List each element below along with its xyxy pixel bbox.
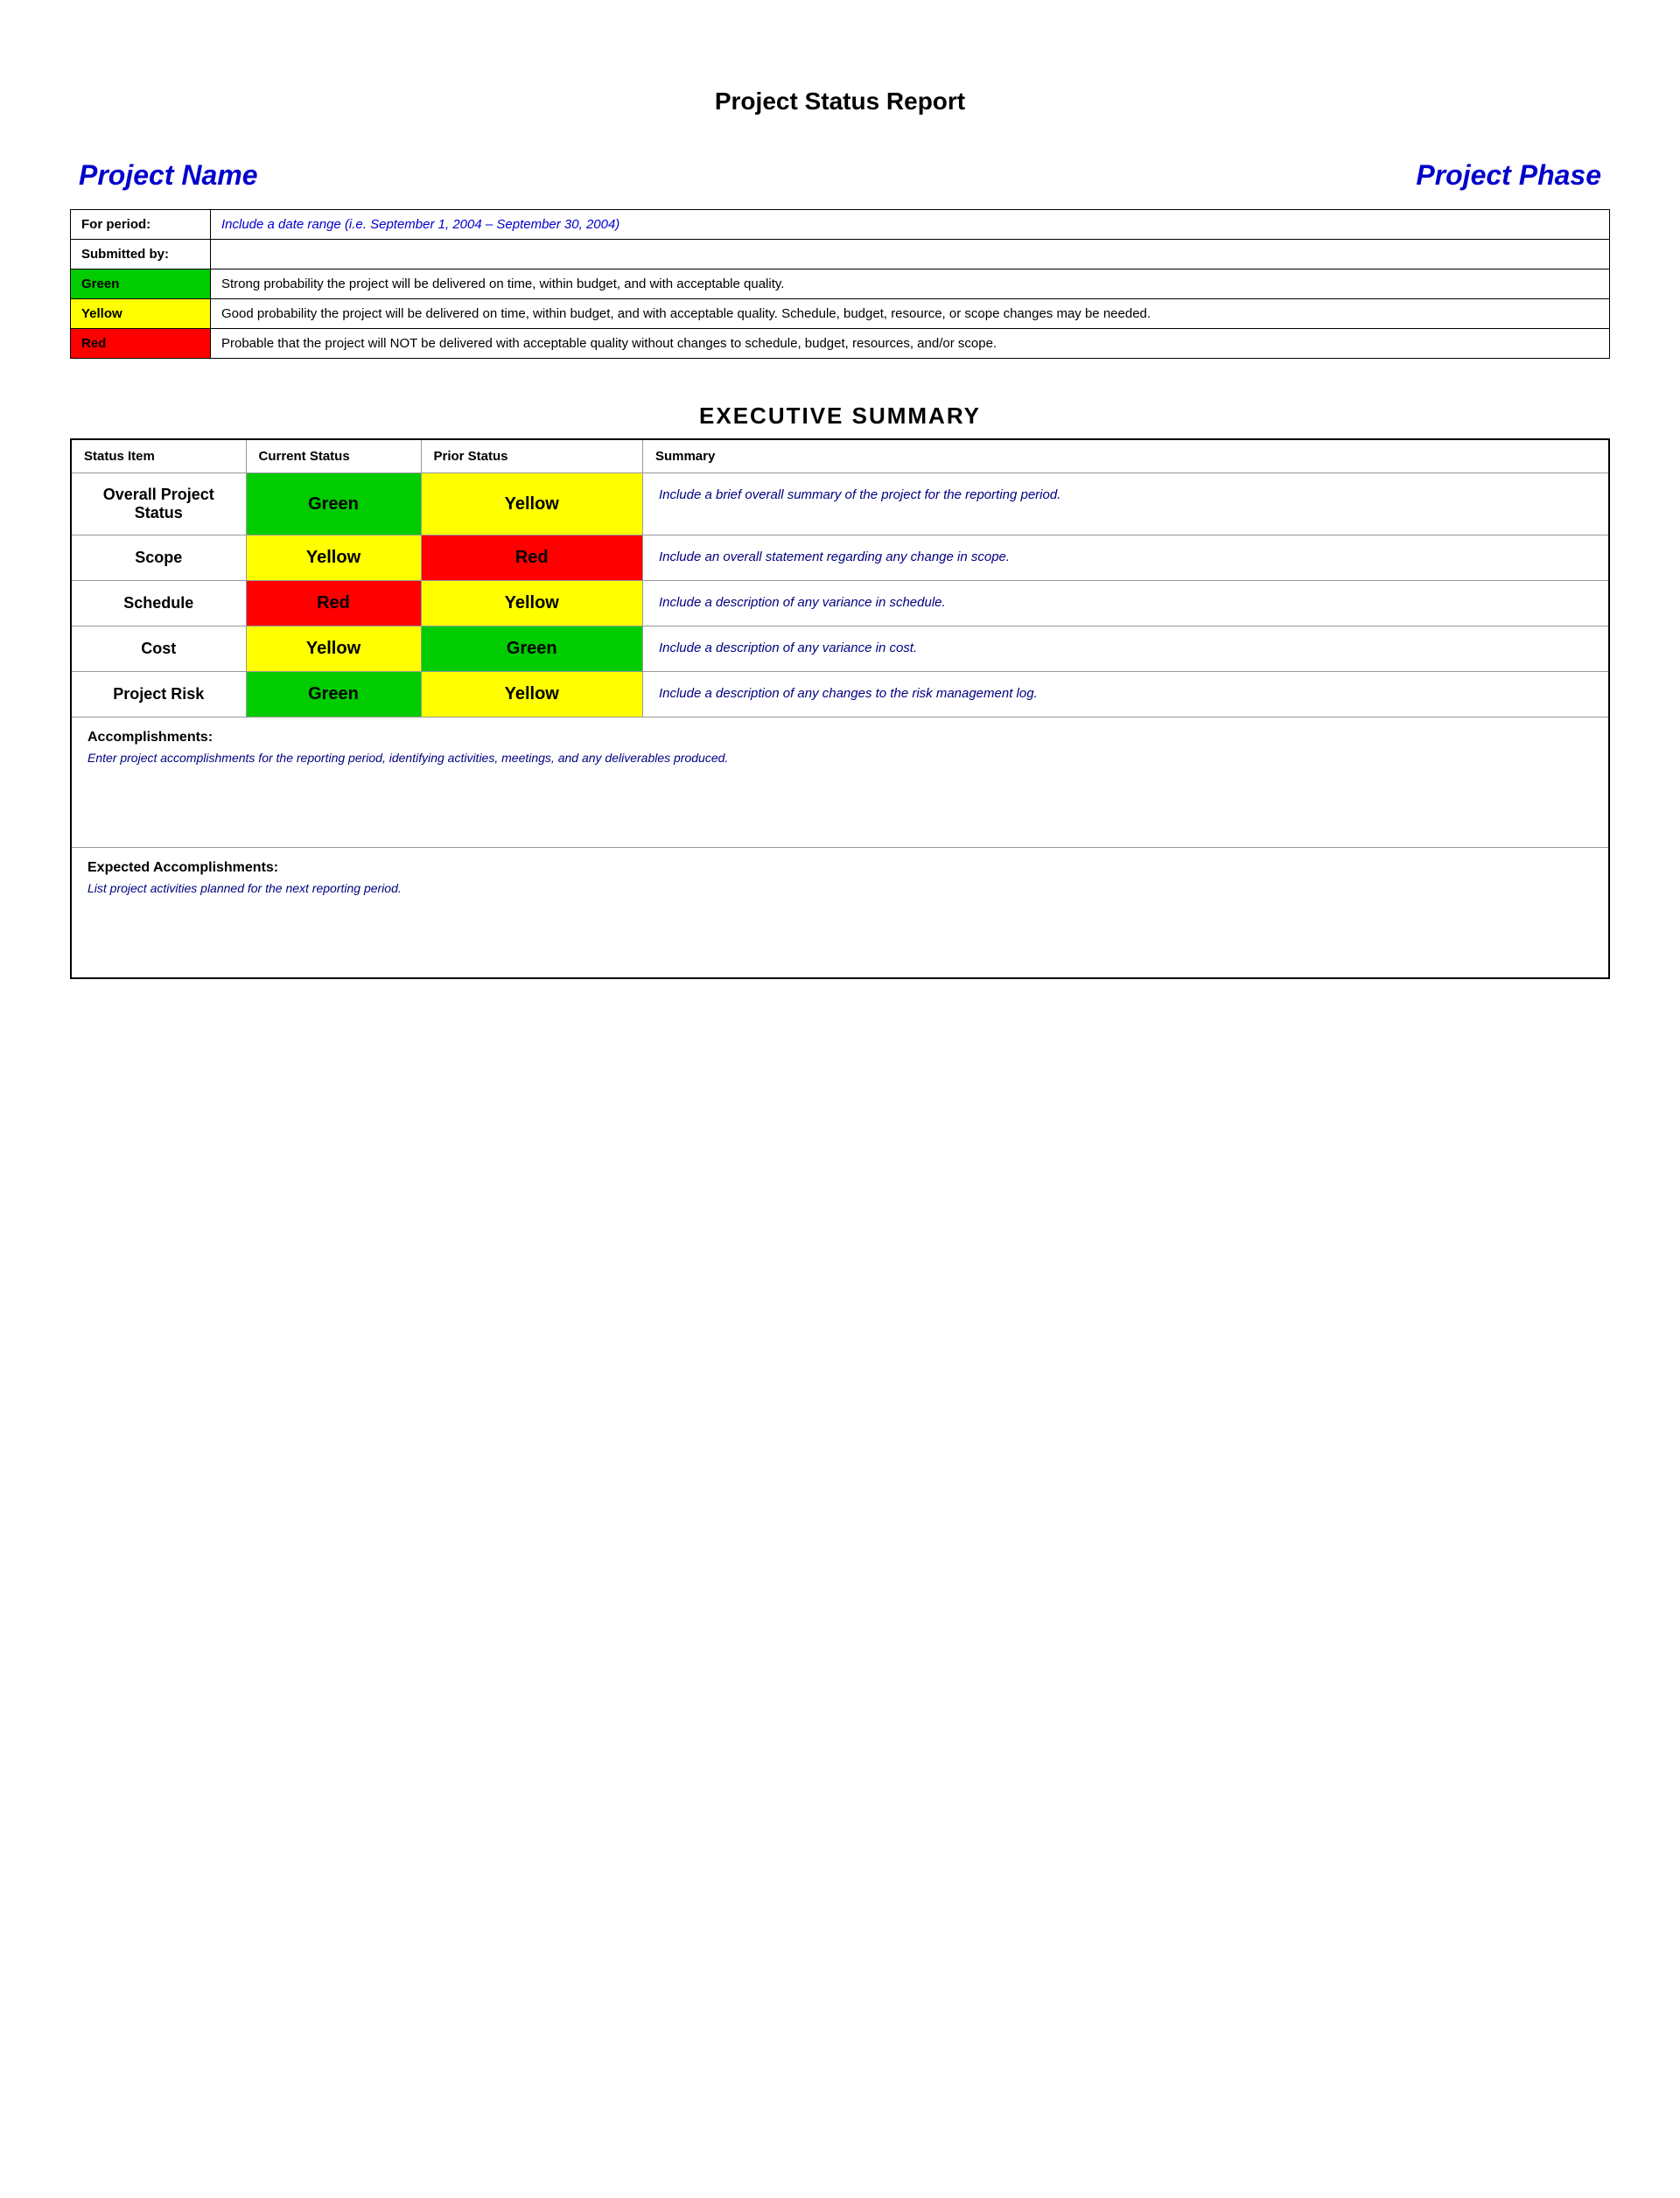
exec-row-prior-2: Yellow [421, 581, 642, 626]
for-period-value: Include a date range (i.e. September 1, … [211, 210, 1610, 240]
exec-row-prior-1: Red [421, 536, 642, 581]
exec-row-current-3: Yellow [246, 626, 421, 672]
exec-row-item-4: Project Risk [71, 672, 246, 718]
exec-row-summary-4: Include a description of any changes to … [642, 672, 1609, 718]
col-header-status-item: Status Item [71, 439, 246, 473]
executive-summary-table: Status Item Current Status Prior Status … [70, 438, 1610, 979]
exec-row-summary-2: Include a description of any variance in… [642, 581, 1609, 626]
exec-row-summary-1: Include an overall statement regarding a… [642, 536, 1609, 581]
executive-summary-title: EXECUTIVE SUMMARY [70, 402, 1610, 430]
exec-row-item-1: Scope [71, 536, 246, 581]
col-header-prior-status: Prior Status [421, 439, 642, 473]
exec-row-prior-0: Yellow [421, 473, 642, 536]
exec-row-summary-0: Include a brief overall summary of the p… [642, 473, 1609, 536]
exec-row-item-2: Schedule [71, 581, 246, 626]
project-phase-label: Project Phase [1416, 159, 1601, 192]
exec-row-prior-4: Yellow [421, 672, 642, 718]
project-name-label: Project Name [79, 159, 258, 192]
yellow-status-description: Good probability the project will be del… [211, 299, 1610, 329]
col-header-summary: Summary [642, 439, 1609, 473]
page-title: Project Status Report [70, 88, 1610, 116]
green-status-description: Strong probability the project will be d… [211, 270, 1610, 299]
for-period-label: For period: [71, 210, 211, 240]
exec-row-current-1: Yellow [246, 536, 421, 581]
expected-accomplishments-text: List project activities planned for the … [88, 881, 1592, 895]
exec-row-current-2: Red [246, 581, 421, 626]
accomplishments-title: Accomplishments: [88, 730, 1592, 746]
red-status-label: Red [71, 329, 211, 359]
submitted-by-label: Submitted by: [71, 240, 211, 270]
accomplishments-text: Enter project accomplishments for the re… [88, 751, 1592, 765]
info-legend-table: For period: Include a date range (i.e. S… [70, 209, 1610, 359]
exec-row-current-4: Green [246, 672, 421, 718]
exec-row-item-3: Cost [71, 626, 246, 672]
green-status-label: Green [71, 270, 211, 299]
expected-accomplishments-title: Expected Accomplishments: [88, 860, 1592, 876]
accomplishments-cell: Accomplishments: Enter project accomplis… [71, 718, 1609, 848]
yellow-status-label: Yellow [71, 299, 211, 329]
exec-row-item-0: Overall Project Status [71, 473, 246, 536]
red-status-description: Probable that the project will NOT be de… [211, 329, 1610, 359]
exec-row-summary-3: Include a description of any variance in… [642, 626, 1609, 672]
exec-row-prior-3: Green [421, 626, 642, 672]
col-header-current-status: Current Status [246, 439, 421, 473]
submitted-by-value [211, 240, 1610, 270]
expected-accomplishments-cell: Expected Accomplishments: List project a… [71, 848, 1609, 979]
exec-row-current-0: Green [246, 473, 421, 536]
